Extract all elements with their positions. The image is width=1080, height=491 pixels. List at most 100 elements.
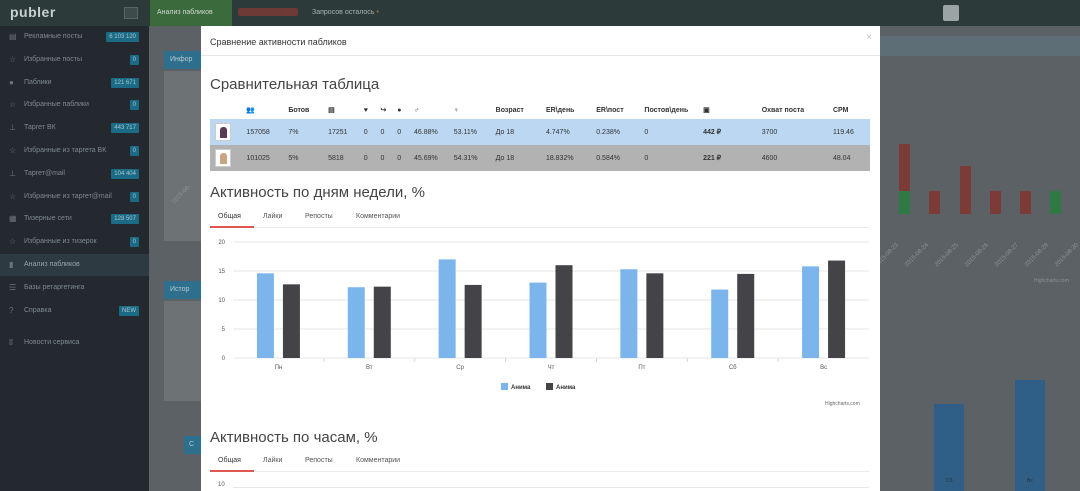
background-button: С xyxy=(184,436,202,454)
tab-reposts[interactable]: Репосты xyxy=(305,457,333,464)
cell-age: До 18 xyxy=(490,119,541,145)
legend-swatch xyxy=(501,383,508,390)
nav-item-analysis[interactable]: Анализ пабликов xyxy=(150,0,232,26)
table-row[interactable]: 101025 5% 5818 0 0 0 45.69% 54.31% До 18 18.832% 0… xyxy=(210,145,870,171)
sidebar-item[interactable]: ☰ Базы ретаргетинга xyxy=(0,277,149,299)
background-date: 2015-08-24 xyxy=(904,242,930,269)
background-bar xyxy=(960,166,971,214)
cell-reposts: 0 xyxy=(375,145,393,171)
cell-price: 442 ₽ xyxy=(698,119,757,145)
chart-credit: Highcharts.com xyxy=(825,401,860,407)
list-icon: ▤ xyxy=(328,107,335,114)
sidebar-item[interactable]: ? Справка NEW xyxy=(0,300,149,322)
cell-reach: 4600 xyxy=(756,145,828,171)
column-header-likes: ♥ xyxy=(359,101,376,119)
cell-likes: 0 xyxy=(358,145,376,171)
background-date: 2015-08-26 xyxy=(964,242,990,269)
sidebar-item[interactable]: ☆ Избранные из таргет@mail 0 xyxy=(0,186,149,208)
nav-item-requests: Запросов осталось • xyxy=(312,0,379,26)
sidebar-item[interactable]: ʬ Новости сервиса xyxy=(0,332,149,354)
cell-cpm: 48.04 xyxy=(827,145,870,171)
nav-item-highlight[interactable] xyxy=(238,8,298,16)
column-header-male: ♂ xyxy=(409,101,449,119)
sidebar-item-label: Избранные паблики xyxy=(24,101,89,109)
heart-icon: ♥ xyxy=(363,106,368,114)
close-icon[interactable]: × xyxy=(866,32,872,43)
count-badge: 0 xyxy=(129,191,139,202)
requests-dot: • xyxy=(376,9,379,16)
sidebar-item[interactable]: ☆ Избранные паблики 0 xyxy=(0,94,149,116)
column-header-posts: ▤ xyxy=(323,101,359,119)
tab-comments[interactable]: Комментарии xyxy=(356,213,400,220)
background-panel xyxy=(164,301,204,401)
modal-header: Сравнение активности пабликов × xyxy=(201,26,880,56)
background-panel-label: Истор xyxy=(170,286,190,293)
sidebar-item[interactable]: ⊥ Таргет ВК 443 717 xyxy=(0,117,149,139)
avatar[interactable] xyxy=(215,123,231,141)
tab-likes[interactable]: Лайки xyxy=(263,457,282,464)
background-bar xyxy=(1015,380,1045,491)
sidebar-item[interactable]: ▮ Анализ пабликов xyxy=(0,254,149,276)
y-tick-label: 20 xyxy=(218,240,225,246)
bar-Сб-series-1 xyxy=(711,289,729,358)
hours-section-title: Активность по часам, % xyxy=(210,429,378,446)
x-tick-label: Вс xyxy=(820,365,827,371)
sidebar-item-label: Таргет@mail xyxy=(24,169,65,177)
count-badge: 0 xyxy=(129,237,139,248)
bar-Вт-series-1 xyxy=(347,287,365,358)
comments-icon: ● xyxy=(9,77,14,87)
x-tick-label: Сб xyxy=(729,365,737,371)
sidebar-item[interactable]: ☆ Избранные из тизерок 0 xyxy=(0,231,149,253)
tab-reposts[interactable]: Репосты xyxy=(305,213,333,220)
bar-Пн-series-2 xyxy=(282,284,300,358)
grid-icon: ▦ xyxy=(9,214,17,224)
sidebar-item[interactable]: ▦ Тизерные сети 128 507 xyxy=(0,208,149,230)
table-header-row: 👥 Ботов ▤ ♥ ↪ ● ♂ ♀ Возраст ER\день ER\пост Постов\… xyxy=(210,101,870,119)
sidebar-item-label: Избранные из тизерок xyxy=(24,238,97,246)
tab-general[interactable]: Общая xyxy=(218,213,241,220)
bar-Ср-series-2 xyxy=(464,284,482,358)
modal-title: Сравнение активности пабликов xyxy=(210,37,347,47)
bar-Сб-series-2 xyxy=(737,273,755,358)
background-panel-header: Истор xyxy=(164,281,204,299)
sidebar-item[interactable]: ● Паблики 121 671 xyxy=(0,72,149,94)
background-panel-label: Инфор xyxy=(170,56,193,63)
requests-label: Запросов осталось xyxy=(312,9,375,16)
avatar[interactable] xyxy=(215,149,231,167)
chart-icon: ▮ xyxy=(9,260,14,269)
share-icon: ↪ xyxy=(380,107,387,114)
top-navbar: publer Анализ пабликов Запросов осталось… xyxy=(0,0,1080,26)
cell-er_post: 0.238% xyxy=(591,119,640,145)
table-body: 157058 7% 17251 0 0 0 46.88% 53.11% До 18 4.747% 0… xyxy=(210,119,870,171)
column-header-reach: Охват поста xyxy=(761,106,805,114)
table-row[interactable]: 157058 7% 17251 0 0 0 46.88% 53.11% До 18 4.747% 0… xyxy=(210,119,870,145)
tab-general[interactable]: Общая xyxy=(218,457,241,464)
sidebar-item[interactable]: ☆ Избранные посты 0 xyxy=(0,49,149,71)
public-avatar xyxy=(210,145,242,171)
bar-Пт-series-2 xyxy=(646,273,664,358)
bar-Пн-series-1 xyxy=(256,273,274,358)
user-avatar[interactable] xyxy=(943,5,959,21)
sidebar-item-label: Избранные посты xyxy=(24,55,82,63)
background-date: 2015-08-30 xyxy=(1054,242,1080,269)
brand-logo[interactable]: publer xyxy=(10,4,56,20)
sidebar-item[interactable]: ☆ Избранные из таргета ВК 0 xyxy=(0,140,149,162)
tab-comments[interactable]: Комментарии xyxy=(356,457,400,464)
column-header-price: ▣ xyxy=(698,101,757,119)
cell-members: 157058 xyxy=(241,119,284,145)
sidebar-item[interactable]: ⊥ Таргет@mail 104 404 xyxy=(0,163,149,185)
count-badge: 121 671 xyxy=(111,77,139,88)
weekday-activity-chart: 0 5 10 15 20 Пн Вт Ср Чт Пт Сб Вс Анима Анима xyxy=(218,240,869,391)
menu-toggle-button[interactable] xyxy=(124,7,138,19)
male-icon: ♂ xyxy=(413,106,420,114)
sidebar-item-label: Избранные из таргета ВК xyxy=(24,147,107,154)
database-icon: ☰ xyxy=(9,282,17,292)
star-icon: ☆ xyxy=(9,237,17,247)
cell-age: До 18 xyxy=(490,145,541,171)
comment-icon: ● xyxy=(397,106,402,114)
sidebar-item[interactable]: ▤ Рекламные посты 6 103 120 xyxy=(0,26,149,48)
cell-er_day: 4.747% xyxy=(540,119,592,145)
column-header-er_day: ER\день xyxy=(545,106,575,114)
tab-likes[interactable]: Лайки xyxy=(263,213,282,220)
cell-posts_day: 0 xyxy=(639,145,699,171)
